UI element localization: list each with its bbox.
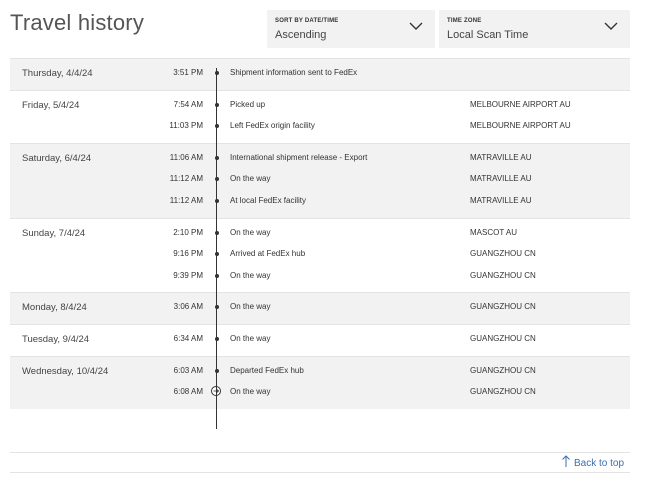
event-status: On the way [230,270,271,280]
page-title: Travel history [10,10,145,35]
event-row: 11:12 AM On the way MATRAVILLE AU [10,169,630,191]
event-status: At local FedEx facility [230,195,307,205]
event-status: Left FedEx origin facility [230,121,315,131]
divider [10,355,630,357]
event-date: Wednesday, 10/4/24 [22,365,109,377]
event-location: GUANGZHOU CN [470,249,536,259]
event-row: Thursday, 4/4/24 3:51 PM Shipment informat… [10,63,630,85]
sort-by-label: SORT BY DATE/TIME [275,18,339,24]
event-row: Tuesday, 9/4/24 6:34 AM On the way GUANGZHO… [10,329,630,351]
event-location: GUANGZHOU CN [470,365,536,375]
event-row: 9:39 PM On the way GUANGZHOU CN [10,266,630,288]
arrow-up-icon [562,455,570,467]
event-time: 9:39 PM [173,270,203,280]
back-to-top-link[interactable]: Back to top [561,455,624,469]
event-date: Tuesday, 9/4/24 [22,333,90,345]
sort-by-dropdown[interactable]: SORT BY DATE/TIME Ascending [267,10,435,48]
event-time: 6:34 AM [173,333,203,343]
event-location: GUANGZHOU CN [470,270,536,280]
divider [10,89,630,91]
event-time: 11:06 AM [169,152,203,162]
divider [10,292,630,294]
event-status: International shipment release - Export [230,152,368,162]
chevron-down-icon [409,22,423,30]
event-time: 9:16 PM [173,249,203,259]
divider [10,217,630,219]
event-time: 11:12 AM [169,195,203,205]
event-status: On the way [230,302,271,312]
event-row: 11:03 PM Left FedEx origin facility MELBOU… [10,116,630,138]
divider [10,142,630,144]
event-row: Friday, 5/4/24 7:54 AM Picked up MELBOURNE … [10,95,630,117]
day-group: Saturday, 6/4/24 11:06 AM International sh… [10,142,630,218]
event-status: On the way [230,387,271,397]
event-time: 6:03 AM [173,365,203,375]
event-row: 6:08 AM On the way GUANGZHOU CN [10,382,630,404]
day-group: Wednesday, 10/4/24 6:03 AM Departed FedEx … [10,355,630,409]
event-time: 6:08 AM [173,387,203,397]
divider [10,452,630,453]
event-location: MELBOURNE AIRPORT AU [470,121,571,131]
divider [10,323,630,325]
event-row: 9:16 PM Arrived at FedEx hub GUANGZHOU CN [10,244,630,266]
day-group: Tuesday, 9/4/24 6:34 AM On the way GUANGZHO… [10,323,630,356]
event-status: Arrived at FedEx hub [230,249,306,259]
timeline-line [216,68,217,429]
event-status: On the way [230,227,271,237]
event-time: 2:10 PM [173,227,203,237]
event-time: 11:12 AM [169,174,203,184]
day-group: Sunday, 7/4/24 2:10 PM On the way MASCOT AU… [10,217,630,293]
event-status: Shipment information sent to FedEx [230,68,358,77]
time-zone-value: Local Scan Time [447,29,529,41]
event-time: 7:54 AM [173,99,203,109]
event-row: Monday, 8/4/24 3:06 AM On the way GUANGZHOU… [10,297,630,319]
event-status: Departed FedEx hub [230,365,304,375]
event-location: GUANGZHOU CN [470,302,536,312]
event-date: Thursday, 4/4/24 [22,68,93,79]
event-status: On the way [230,333,271,343]
event-status: Picked up [230,99,266,109]
event-location: MATRAVILLE AU [470,174,532,184]
event-row: Wednesday, 10/4/24 6:03 AM Departed FedEx … [10,361,630,383]
divider [10,472,630,473]
chevron-down-icon [604,22,618,30]
event-date: Saturday, 6/4/24 [22,152,92,164]
sort-by-value: Ascending [275,29,327,41]
event-location: MATRAVILLE AU [470,195,532,205]
event-row: 11:12 AM At local FedEx facility MATRAVILL… [10,191,630,213]
travel-history-list: Thursday, 4/4/24 3:51 PM Shipment informat… [10,58,630,409]
day-group: Monday, 8/4/24 3:06 AM On the way GUANGZHOU… [10,292,630,324]
divider [10,58,630,59]
event-status: On the way [230,174,271,184]
back-to-top-label: Back to top [574,458,625,469]
event-location: GUANGZHOU CN [470,387,536,397]
event-location: MASCOT AU [470,227,517,237]
event-row: Saturday, 6/4/24 11:06 AM International sh… [10,148,630,170]
event-time: 11:03 PM [169,121,203,131]
time-zone-dropdown[interactable]: TIME ZONE Local Scan Time [439,10,630,48]
event-date: Friday, 5/4/24 [22,99,80,111]
day-group: Friday, 5/4/24 7:54 AM Picked up MELBOURNE … [10,89,630,143]
event-time: 3:51 PM [173,68,203,77]
event-row: Sunday, 7/4/24 2:10 PM On the way MASCOT AU [10,223,630,245]
event-time: 3:06 AM [173,302,203,312]
time-zone-label: TIME ZONE [447,18,482,24]
event-location: MELBOURNE AIRPORT AU [470,99,571,109]
event-date: Monday, 8/4/24 [22,302,87,314]
event-date: Sunday, 7/4/24 [22,227,86,239]
day-group: Thursday, 4/4/24 3:51 PM Shipment informat… [10,58,630,90]
event-location: MATRAVILLE AU [470,152,532,162]
event-location: GUANGZHOU CN [470,333,536,343]
